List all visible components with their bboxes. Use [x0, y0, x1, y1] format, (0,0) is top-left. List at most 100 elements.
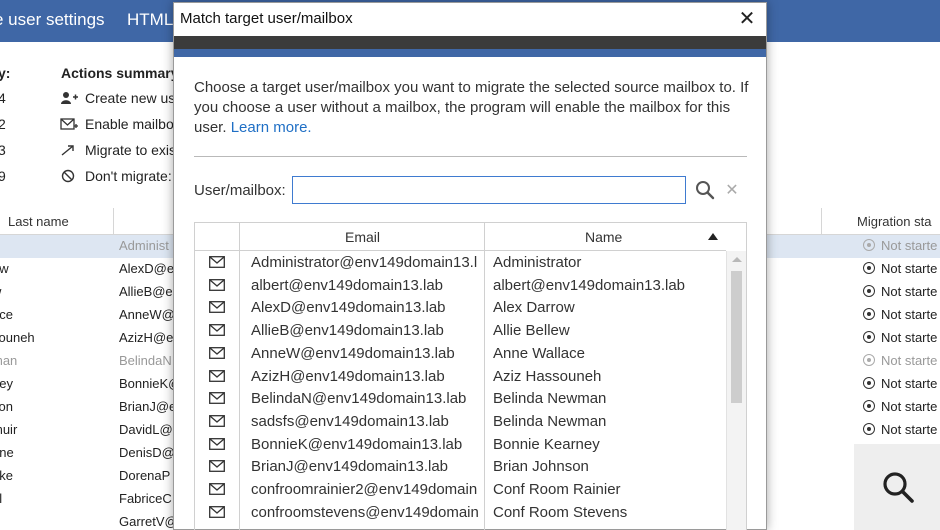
status-icon [863, 400, 875, 412]
table-row[interactable]: BrianJ@env149domain13.lab Brian Johnson [195, 456, 726, 479]
email-cell: confroomstevens@env149domain [251, 503, 479, 521]
status-text: Not starte [881, 422, 938, 437]
email-cell: BelindaN@env149domain13.lab [251, 390, 467, 408]
summary-left-heading: y: [0, 65, 11, 81]
email-cell: AlexD@env149domain13.lab [251, 299, 446, 317]
table-row[interactable]: AnneW@env149domain13.lab Anne Wallace [195, 343, 726, 366]
summary-text: Enable mailbo [85, 116, 174, 132]
column-divider [113, 208, 114, 235]
last-name-cell: muir [0, 422, 18, 437]
sort-ascending-icon[interactable] [708, 233, 718, 240]
clear-icon[interactable]: ✕ [724, 180, 740, 200]
column-last-name[interactable]: Last name [8, 214, 69, 229]
actions-summary-title: Actions summary [61, 65, 179, 81]
table-row[interactable]: BelindaN@env149domain13.lab Belinda Newma… [195, 388, 726, 411]
email-cell: DavidL@ [119, 422, 173, 437]
migrate-arrow-icon [60, 143, 78, 159]
summary-text: Don't migrate: [85, 168, 172, 184]
last-name-cell: ace [0, 307, 13, 322]
table-row[interactable]: BonnieK@env149domain13.lab Bonnie Kearney [195, 434, 726, 457]
status-cell: Not starte [863, 330, 940, 345]
status-icon [863, 423, 875, 435]
last-name-cell: w [0, 284, 102, 299]
email-cell: DorenaP [119, 468, 171, 483]
user-mailbox-label: User/mailbox: [194, 182, 286, 199]
status-text: Not starte [881, 353, 938, 368]
mail-icon [209, 301, 225, 314]
mail-icon [209, 346, 225, 359]
email-cell: confroomrainier2@env149domain [251, 481, 478, 498]
status-icon [863, 331, 875, 343]
summary-row-dont-migrate: 9 Don't migrate: [0, 168, 180, 188]
status-cell: Not starte [863, 307, 940, 322]
table-row[interactable]: AzizH@env149domain13.lab Aziz Hassouneh [195, 366, 726, 389]
vertical-scrollbar[interactable] [726, 251, 746, 530]
table-row[interactable]: sadsfs@env149domain13.lab Belinda Newman [195, 411, 726, 434]
mail-icon [209, 278, 225, 291]
column-divider [821, 208, 822, 235]
search-icon[interactable] [695, 180, 715, 200]
block-icon [60, 169, 78, 185]
email-cell: AllieB@e [119, 284, 173, 299]
name-cell: Bonnie Kearney [493, 435, 600, 453]
mailbox-table: Email Name Administrator@env149domain13.… [194, 222, 747, 530]
last-name-cell: el [0, 491, 3, 506]
close-icon[interactable]: ✕ [736, 8, 758, 30]
column-name[interactable]: Name [585, 229, 622, 245]
table-row[interactable]: albert@env149domain13.lab albert@env149do… [195, 275, 726, 298]
tab-user-settings[interactable]: e user settings [0, 10, 105, 30]
scroll-up-arrow[interactable] [732, 257, 742, 262]
status-icon [863, 308, 875, 320]
summary-count: 3 [0, 142, 6, 158]
table-row[interactable]: confroomstevens@env149domain Conf Room St… [195, 502, 726, 525]
email-cell: AnneW@env149domain13.lab [251, 344, 455, 362]
status-icon [863, 239, 875, 251]
table-row[interactable]: AllieB@env149domain13.lab Allie Bellew [195, 320, 726, 343]
status-icon [863, 377, 875, 389]
tab-html[interactable]: HTML [127, 10, 173, 30]
scrollbar-thumb[interactable] [731, 271, 742, 403]
column-divider [239, 223, 240, 251]
email-cell: AnneW@ [119, 307, 175, 322]
dialog-accent-bar [174, 49, 766, 57]
summary-row-migrate: 3 Migrate to exis [0, 142, 180, 162]
mail-icon [209, 460, 225, 473]
dialog-header-bar [174, 36, 766, 49]
column-email[interactable]: Email [345, 229, 380, 245]
add-user-icon [60, 91, 78, 107]
summary-text: Create new use [85, 90, 184, 106]
email-cell: albert@env149domain13.lab [251, 276, 444, 294]
status-text: Not starte [881, 376, 938, 391]
email-cell: AllieB@env149domain13.lab [251, 322, 444, 340]
column-migration-status[interactable]: Migration sta [857, 214, 931, 229]
email-cell: GarretV@ [119, 514, 178, 529]
name-cell: Alex Darrow [493, 299, 575, 317]
email-cell: AlexD@e [119, 261, 175, 276]
status-text: Not starte [881, 284, 938, 299]
status-text: Not starte [881, 399, 938, 414]
table-row[interactable]: Administrator@env149domain13.l Administra… [195, 252, 726, 275]
table-row[interactable]: confroomrainier2@env149domain Conf Room R… [195, 479, 726, 502]
zoom-button[interactable] [854, 444, 940, 530]
email-cell: DenisD@ [119, 445, 175, 460]
status-text: Not starte [881, 330, 938, 345]
name-cell: Belinda Newman [493, 412, 607, 430]
email-cell: BelindaN [119, 353, 172, 368]
summary-text: Migrate to exis [85, 142, 177, 158]
summary-row-enable: 2 Enable mailbo [0, 116, 180, 136]
email-cell: BrianJ@e [119, 399, 177, 414]
name-cell: Conf Room Stevens [493, 503, 628, 521]
table-row[interactable]: AlexD@env149domain13.lab Alex Darrow [195, 297, 726, 320]
table-header: Email Name [195, 223, 726, 251]
summary-row-create: 4 Create new use [0, 90, 184, 110]
name-cell: Allie Bellew [493, 322, 570, 340]
status-cell: Not starte [863, 284, 940, 299]
email-cell: sadsfs@env149domain13.lab [251, 412, 449, 430]
summary-count: 2 [0, 116, 6, 132]
last-name-cell: nne [0, 445, 14, 460]
user-mailbox-search-input[interactable] [292, 176, 686, 204]
status-cell: Not starte [863, 353, 940, 368]
status-cell: Not starte [863, 238, 940, 253]
learn-more-link[interactable]: Learn more. [231, 119, 312, 136]
email-cell: FabriceC [119, 491, 172, 506]
